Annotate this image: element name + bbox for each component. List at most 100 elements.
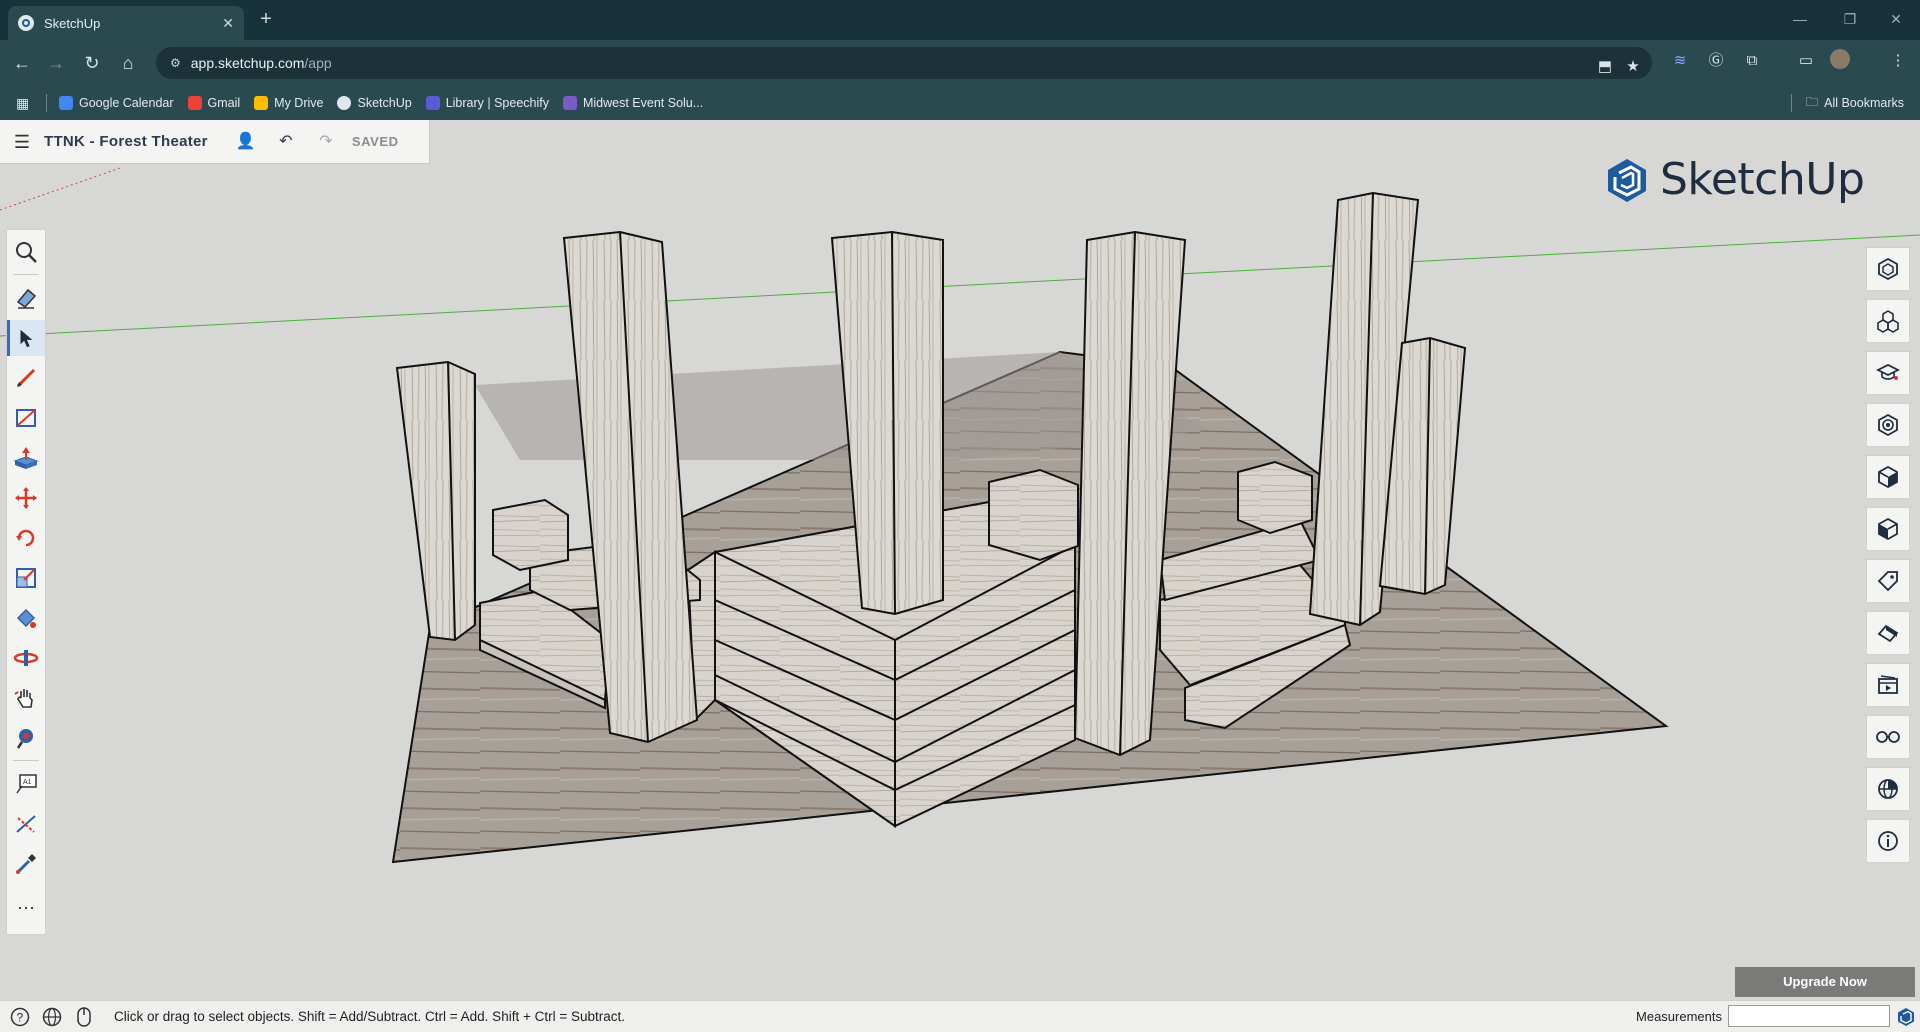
bookmark-gmail[interactable]: Gmail xyxy=(187,96,240,110)
undo-icon[interactable]: ↶ xyxy=(266,120,306,164)
sidepanel-icon[interactable]: ▭ xyxy=(1794,49,1818,73)
tab-title: SketchUp xyxy=(44,15,101,31)
folder-icon: 🗀 xyxy=(1805,94,1819,109)
paint-bucket-icon[interactable] xyxy=(7,600,45,636)
search-icon[interactable] xyxy=(7,234,45,270)
share-user-icon[interactable]: 👤 xyxy=(226,120,266,164)
3d-viewport[interactable] xyxy=(0,120,1920,1000)
pillar-far-left[interactable] xyxy=(395,360,476,642)
profile-avatar[interactable] xyxy=(1828,49,1852,73)
zoom-window-icon[interactable] xyxy=(7,720,45,756)
restore-button[interactable]: ❐ xyxy=(1830,6,1870,32)
scale-icon[interactable] xyxy=(7,560,45,596)
redo-icon[interactable]: ↷ xyxy=(306,120,346,164)
eraser-icon[interactable] xyxy=(7,280,45,316)
materials-icon[interactable] xyxy=(1866,507,1910,551)
bookmark-my-drive[interactable]: My Drive xyxy=(254,96,323,110)
url-domain: app.sketchup.com xyxy=(190,55,305,71)
back-icon[interactable]: ← xyxy=(8,49,36,77)
red-axis-line xyxy=(0,167,121,211)
all-bookmarks-label: All Bookmarks xyxy=(1824,96,1904,110)
close-window-button[interactable]: ✕ xyxy=(1876,6,1916,32)
minimize-button[interactable]: — xyxy=(1780,6,1820,32)
gmail-icon xyxy=(187,96,202,110)
center-cube[interactable] xyxy=(988,468,1079,562)
browser-chrome: SketchUp ✕ + — ❐ ✕ ← → ↻ ⌂ ⚙ app.sketchu… xyxy=(0,0,1920,120)
text-icon[interactable]: A1 xyxy=(7,766,45,802)
rectangle-icon[interactable] xyxy=(7,400,45,436)
extensions-puzzle-icon[interactable]: ⧉ xyxy=(1740,49,1764,73)
bookmark-midwest-event[interactable]: Midwest Event Solu... xyxy=(562,96,703,110)
globe-icon[interactable] xyxy=(40,1005,64,1029)
help-icon[interactable]: ? xyxy=(8,1005,32,1029)
components-icon[interactable] xyxy=(1866,299,1910,343)
model-title[interactable]: TTNK - Forest Theater xyxy=(44,133,208,150)
sketchup-icon xyxy=(337,96,352,110)
eyedropper-icon[interactable] xyxy=(7,846,45,882)
speechify-icon xyxy=(425,96,440,110)
more-icon[interactable]: ⋯ xyxy=(7,890,45,926)
calendar-icon xyxy=(59,96,73,110)
outliner-icon[interactable] xyxy=(1866,403,1910,447)
new-tab-button[interactable]: + xyxy=(254,8,278,32)
pan-hand-icon[interactable] xyxy=(7,680,45,716)
apps-grid-icon[interactable]: ▦ xyxy=(16,95,32,111)
tags-icon[interactable] xyxy=(1866,559,1910,603)
navigation-bar: ← → ↻ ⌂ ⚙ app.sketchup.com/app ⬒ ★ ≋ Ⓖ ⧉… xyxy=(0,40,1920,86)
bookmarks-divider xyxy=(46,94,47,112)
grammarly-extension-icon[interactable]: Ⓖ xyxy=(1704,49,1728,73)
svg-text:A1: A1 xyxy=(23,779,32,786)
orbit-icon[interactable] xyxy=(7,640,45,676)
move-icon[interactable] xyxy=(7,480,45,516)
browser-menu-icon[interactable]: ⋮ xyxy=(1886,49,1910,73)
hamburger-menu-icon[interactable]: ☰ xyxy=(0,120,44,164)
right-cube[interactable] xyxy=(1237,460,1313,535)
sketchup-logo-icon xyxy=(1608,158,1646,202)
dimension-icon[interactable] xyxy=(7,806,45,842)
sketchup-favicon-icon xyxy=(18,15,34,31)
bookmark-label: Google Calendar xyxy=(79,96,174,110)
measurements-input[interactable] xyxy=(1728,1005,1890,1027)
display-icon[interactable] xyxy=(1866,715,1910,759)
bookmark-star-icon[interactable]: ★ xyxy=(1620,54,1646,80)
status-hint-text: Click or drag to select objects. Shift =… xyxy=(114,1009,625,1024)
all-bookmarks[interactable]: 🗀 All Bookmarks xyxy=(1790,86,1904,120)
entity-info-icon[interactable] xyxy=(1866,247,1910,291)
bookmarks-bar: ▦ Google Calendar Gmail My Drive SketchU… xyxy=(0,86,1920,120)
tab-close-icon[interactable]: ✕ xyxy=(222,15,234,32)
sketchup-mini-logo-icon xyxy=(1898,1008,1914,1026)
bookmark-sketchup[interactable]: SketchUp xyxy=(337,96,412,110)
info-icon[interactable] xyxy=(1866,819,1910,863)
list-icon xyxy=(562,96,577,110)
bookmark-speechify[interactable]: Library | Speechify xyxy=(425,96,549,110)
bookmark-label: SketchUp xyxy=(357,96,412,110)
install-app-icon[interactable]: ⬒ xyxy=(1592,54,1618,80)
address-bar[interactable]: ⚙ app.sketchup.com/app ⬒ ★ xyxy=(156,47,1652,79)
select-arrow-icon[interactable] xyxy=(7,320,45,356)
left-cube[interactable] xyxy=(492,498,569,572)
geo-location-icon[interactable] xyxy=(1866,767,1910,811)
tab-strip: SketchUp ✕ + — ❐ ✕ xyxy=(0,0,1920,40)
pencil-icon[interactable] xyxy=(7,360,45,396)
logo-wordmark: SketchUp xyxy=(1660,154,1865,205)
styles-icon[interactable] xyxy=(1866,455,1910,499)
site-info-icon[interactable]: ⚙ xyxy=(170,56,181,70)
reload-icon[interactable]: ↻ xyxy=(78,49,106,77)
upgrade-now-button[interactable]: Upgrade Now xyxy=(1735,967,1915,997)
tab-sketchup[interactable]: SketchUp ✕ xyxy=(8,6,244,40)
push-pull-icon[interactable] xyxy=(7,440,45,476)
scenes-icon[interactable] xyxy=(1866,611,1910,655)
bookmark-google-calendar[interactable]: Google Calendar xyxy=(59,96,174,110)
url-path: /app xyxy=(304,55,332,71)
home-icon[interactable]: ⌂ xyxy=(114,49,142,77)
rotate-icon[interactable] xyxy=(7,520,45,556)
speechify-extension-icon[interactable]: ≋ xyxy=(1668,49,1692,73)
forward-icon[interactable]: → xyxy=(42,49,70,77)
sketchup-logo: SketchUp xyxy=(1604,154,1865,205)
shadows-icon[interactable] xyxy=(1866,663,1910,707)
model-scene[interactable] xyxy=(0,120,1920,1000)
instructor-icon[interactable] xyxy=(1866,351,1910,395)
mouse-icon[interactable] xyxy=(72,1005,96,1029)
bookmark-label: My Drive xyxy=(274,96,324,110)
drive-icon xyxy=(254,96,269,110)
